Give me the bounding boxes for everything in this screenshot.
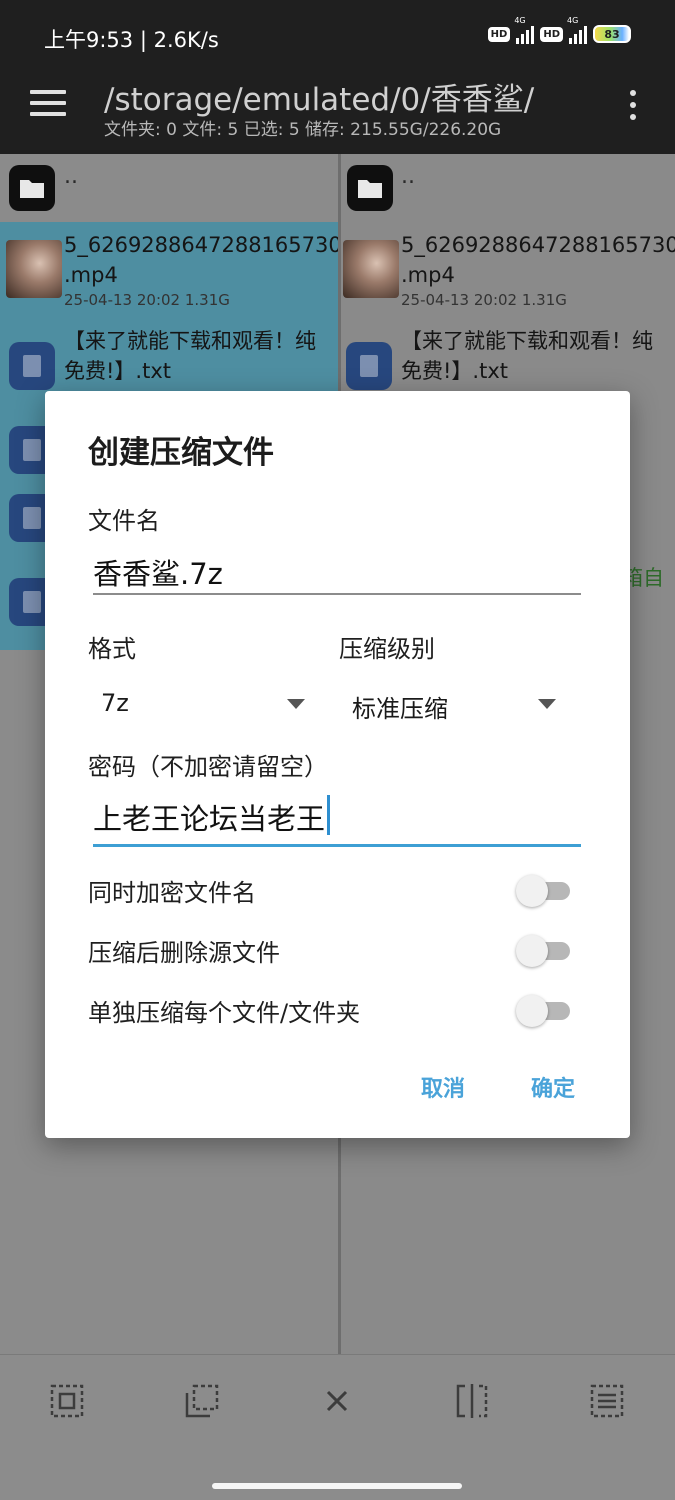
password-label: 密码（不加密请留空） [88, 753, 328, 781]
video-thumbnail[interactable] [343, 240, 399, 298]
password-value: 上老王论坛当老王 [93, 802, 326, 836]
filename-input[interactable]: 香香鲨.7z [93, 551, 581, 595]
file-name[interactable]: 【来了就能下载和观看！纯 [64, 326, 316, 356]
filename-label: 文件名 [88, 507, 160, 535]
split-view-icon[interactable] [454, 1383, 490, 1419]
file-extension: .mp4 [401, 263, 455, 287]
compression-level-select[interactable]: 标准压缩 [352, 689, 562, 725]
more-options-icon[interactable] [628, 90, 638, 124]
cancel-button[interactable]: 取消 [421, 1071, 465, 1103]
home-indicator[interactable] [212, 1483, 462, 1489]
menu-icon[interactable] [30, 90, 66, 122]
select-all-icon[interactable] [49, 1383, 85, 1419]
format-value: 7z [101, 689, 129, 717]
current-path: /storage/emulated/0/香香鲨/ [104, 82, 535, 118]
toggle-label: 同时加密文件名 [88, 879, 256, 907]
file-meta: 25-04-13 20:02 1.31G [401, 291, 567, 309]
toggle-label: 压缩后删除源文件 [88, 939, 280, 967]
toggle-delete-source-row: 压缩后删除源文件 [88, 931, 573, 971]
dialog-title: 创建压缩文件 [88, 435, 274, 471]
network-type-label: 4G [514, 16, 526, 25]
parent-folder-row[interactable]: .. [341, 154, 675, 218]
file-name[interactable]: 【来了就能下载和观看！纯 [401, 326, 653, 356]
battery-icon: 83 [593, 25, 631, 43]
signal-icon: 4G [514, 16, 535, 44]
app-bar: /storage/emulated/0/香香鲨/ 文件夹: 0 文件: 5 已选… [0, 72, 675, 154]
compress-separately-switch[interactable] [516, 995, 570, 1027]
list-menu-icon[interactable] [589, 1383, 625, 1419]
video-thumbnail[interactable] [6, 240, 62, 298]
document-icon[interactable] [346, 342, 392, 390]
file-extension: .mp4 [64, 263, 118, 287]
file-meta: 25-04-13 20:02 1.31G [64, 291, 230, 309]
compression-level-label: 压缩级别 [339, 635, 435, 663]
parent-folder-label: .. [401, 164, 415, 189]
hd-icon: HD [540, 26, 563, 42]
text-cursor [327, 795, 331, 835]
file-name[interactable]: 5_6269288647288165730 [401, 230, 675, 260]
parent-folder-row[interactable]: .. [0, 154, 338, 218]
storage-summary: 文件夹: 0 文件: 5 已选: 5 储存: 215.55G/226.20G [104, 120, 502, 140]
bottom-toolbar [0, 1354, 675, 1500]
select-range-icon[interactable] [184, 1383, 220, 1419]
filename-value: 香香鲨.7z [93, 557, 223, 591]
status-bar: 上午9:53 | 2.6K/s HD 4G HD 4G 83 [0, 0, 675, 72]
toggle-compress-separately-row: 单独压缩每个文件/文件夹 [88, 991, 573, 1031]
hd-icon: HD [487, 26, 511, 42]
compression-level-value: 标准压缩 [352, 695, 448, 723]
encrypt-filenames-switch[interactable] [516, 875, 570, 907]
toggle-label: 单独压缩每个文件/文件夹 [88, 999, 361, 1027]
dropdown-arrow-icon [538, 699, 556, 709]
dropdown-arrow-icon [287, 699, 305, 709]
status-time: 上午9:53 | 2.6K/s [44, 28, 219, 52]
status-icons: HD 4G HD 4G 83 [487, 16, 631, 44]
create-archive-dialog: 创建压缩文件 文件名 香香鲨.7z 格式 压缩级别 7z 标准压缩 密码（不加密… [45, 391, 630, 1138]
clear-selection-icon[interactable] [319, 1383, 355, 1419]
network-type-label: 4G [567, 16, 579, 25]
folder-icon [347, 165, 393, 211]
file-name[interactable]: 5_6269288647288165730 [64, 230, 342, 260]
password-input[interactable]: 上老王论坛当老王 [93, 795, 581, 847]
file-name-cont: 免费!】.txt [64, 359, 171, 383]
confirm-button[interactable]: 确定 [531, 1071, 575, 1103]
format-label: 格式 [88, 635, 136, 663]
document-icon[interactable] [9, 342, 55, 390]
signal-icon: 4G [567, 16, 587, 44]
folder-icon [9, 165, 55, 211]
parent-folder-label: .. [64, 164, 78, 189]
file-name-cont: 免费!】.txt [401, 359, 508, 383]
format-select[interactable]: 7z [101, 689, 311, 725]
delete-source-switch[interactable] [516, 935, 570, 967]
toggle-encrypt-filenames-row: 同时加密文件名 [88, 871, 573, 911]
